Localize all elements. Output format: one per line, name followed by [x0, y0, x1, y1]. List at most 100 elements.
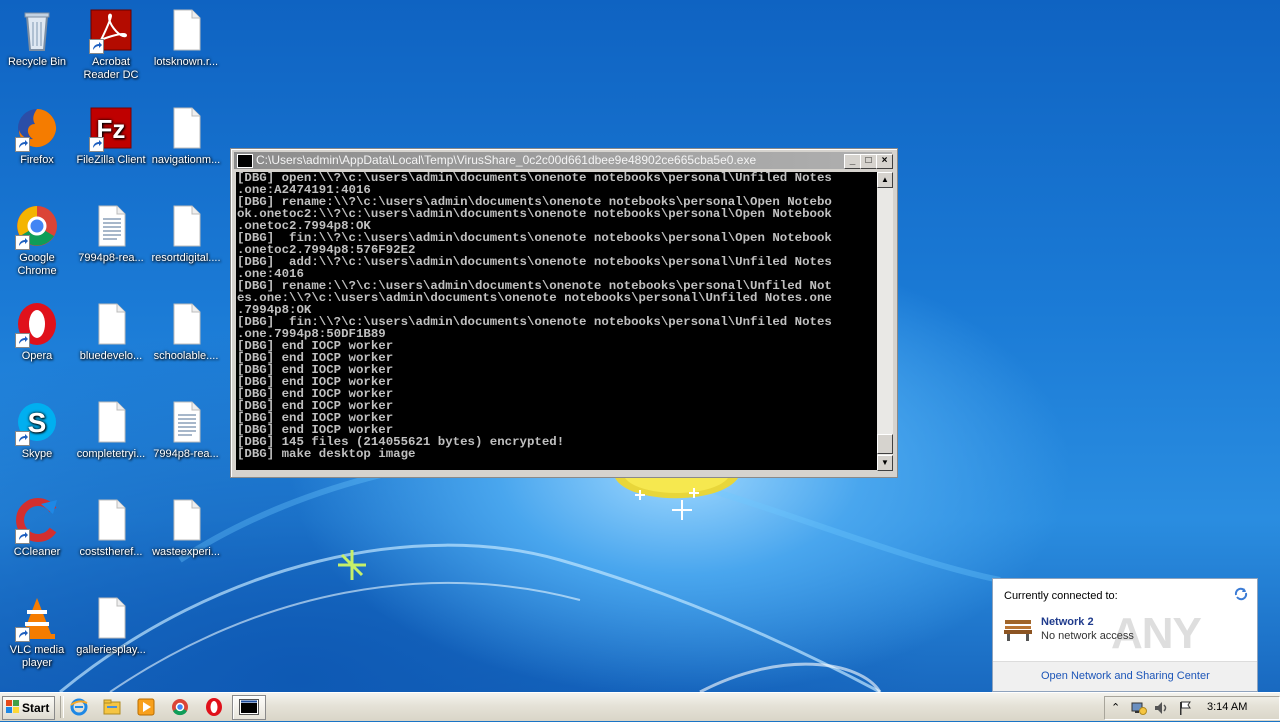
console-line: [DBG] make desktop image	[237, 447, 416, 461]
media-player-icon[interactable]	[136, 697, 156, 717]
network-name: Network 2	[1041, 616, 1094, 628]
document-icon	[162, 496, 210, 544]
document-icon	[87, 594, 135, 642]
document-icon	[162, 202, 210, 250]
ie-icon[interactable]	[69, 697, 89, 717]
desktop-icon-label: Opera	[21, 350, 53, 362]
shortcut-arrow-icon	[89, 39, 104, 54]
desktop-icon[interactable]: resortdigital....	[149, 202, 223, 265]
console-line: [DBG] add:\\?\c:\users\admin\documents\o…	[237, 255, 832, 269]
start-label: Start	[22, 701, 50, 715]
svg-text:S: S	[28, 407, 47, 438]
desktop-icon[interactable]: 7994p8-rea...	[149, 398, 223, 461]
scroll-up-arrow-icon[interactable]: ▲	[877, 172, 893, 188]
desktop-icon[interactable]: lotsknown.r...	[149, 6, 223, 69]
console-scrollbar[interactable]: ▲ ▼	[877, 172, 893, 471]
desktop-icon[interactable]: completetryi...	[74, 398, 148, 461]
desktop-icon[interactable]: CCleaner	[0, 496, 74, 559]
desktop-icon-label: Skype	[21, 448, 53, 460]
document-icon	[87, 496, 135, 544]
console-task-icon	[239, 699, 259, 715]
document-icon	[87, 398, 135, 446]
console-title-bar[interactable]: C:\Users\admin\AppData\Local\Temp\VirusS…	[234, 152, 893, 169]
network-popup-footer: Open Network and Sharing Center	[993, 661, 1257, 691]
scroll-thumb[interactable]	[877, 434, 893, 454]
firefox-icon	[13, 104, 61, 152]
desktop-icon[interactable]: Google Chrome	[0, 202, 74, 278]
desktop-icon-label: Google Chrome	[17, 252, 57, 277]
desktop-icon[interactable]: Acrobat Reader DC	[74, 6, 148, 82]
network-status-popup: Currently connected to: ANY RUN Network …	[992, 578, 1258, 708]
network-tray-icon[interactable]	[1131, 700, 1147, 716]
desktop-icon[interactable]: S Skype	[0, 398, 74, 461]
shortcut-arrow-icon	[15, 431, 30, 446]
chrome-icon	[13, 202, 61, 250]
shortcut-arrow-icon	[15, 529, 30, 544]
desktop-icon[interactable]: coststheref...	[74, 496, 148, 559]
recycle-bin-icon	[13, 6, 61, 54]
refresh-icon[interactable]	[1233, 586, 1249, 602]
text-file-icon	[87, 202, 135, 250]
console-app-icon	[237, 154, 253, 168]
desktop-icon-label: schoolable....	[153, 350, 219, 362]
taskbar-separator	[60, 696, 64, 718]
desktop-icon-label: Recycle Bin	[7, 56, 67, 68]
maximize-button[interactable]: □	[860, 154, 877, 169]
vlc-icon	[13, 594, 61, 642]
scroll-down-arrow-icon[interactable]: ▼	[877, 455, 893, 471]
desktop-icon-label: bluedevelo...	[79, 350, 143, 362]
taskbar-clock[interactable]: 3:14 AM	[1207, 701, 1247, 713]
desktop-icon-label: wasteexperi...	[152, 546, 220, 558]
action-center-flag-icon[interactable]	[1177, 700, 1193, 716]
volume-tray-icon[interactable]	[1153, 700, 1169, 716]
desktop-icon[interactable]: schoolable....	[149, 300, 223, 363]
close-button[interactable]: ×	[876, 154, 893, 169]
console-output[interactable]: [DBG] open:\\?\c:\users\admin\documents\…	[236, 172, 878, 470]
desktop-icon[interactable]: Fz FileZilla Client	[74, 104, 148, 167]
console-window-title: C:\Users\admin\AppData\Local\Temp\VirusS…	[256, 153, 757, 167]
document-icon	[162, 6, 210, 54]
desktop-icon-label: VLC media player	[9, 644, 65, 669]
network-popup-header: Currently connected to:	[1004, 590, 1118, 602]
taskbar-console-task[interactable]	[232, 695, 266, 720]
document-icon	[162, 300, 210, 348]
desktop-icon[interactable]: galleriesplay...	[74, 594, 148, 657]
windows-logo-icon	[6, 700, 19, 713]
desktop-icon-label: Acrobat Reader DC	[83, 56, 139, 81]
show-hidden-icons-chevron-icon[interactable]: ⌃	[1111, 700, 1127, 716]
desktop-icon-label: FileZilla Client	[76, 154, 146, 166]
desktop-icon[interactable]: 7994p8-rea...	[74, 202, 148, 265]
start-button[interactable]: Start	[2, 696, 55, 720]
shortcut-arrow-icon	[15, 333, 30, 348]
document-icon	[87, 300, 135, 348]
desktop-icon-label: Firefox	[20, 154, 54, 166]
open-network-sharing-center-link[interactable]: Open Network and Sharing Center	[1041, 670, 1210, 682]
desktop-icon[interactable]: wasteexperi...	[149, 496, 223, 559]
text-file-icon	[162, 398, 210, 446]
desktop-icon[interactable]: bluedevelo...	[74, 300, 148, 363]
opera-icon[interactable]	[204, 697, 224, 717]
desktop-icon[interactable]: Firefox	[0, 104, 74, 167]
network-status: No network access	[1041, 630, 1134, 642]
console-line: es.one:\\?\c:\users\admin\documents\onen…	[237, 291, 832, 305]
chrome-icon[interactable]	[170, 697, 190, 717]
shortcut-arrow-icon	[15, 627, 30, 642]
desktop-icon[interactable]: Opera	[0, 300, 74, 363]
shortcut-arrow-icon	[15, 137, 30, 152]
desktop-icon-label: resortdigital....	[151, 252, 221, 264]
desktop-icon-label: navigationm...	[151, 154, 221, 166]
minimize-button[interactable]: _	[844, 154, 861, 169]
explorer-icon[interactable]	[102, 697, 122, 717]
desktop-icon-label: 7994p8-rea...	[153, 448, 219, 460]
ccleaner-icon	[13, 496, 61, 544]
console-window[interactable]: C:\Users\admin\AppData\Local\Temp\VirusS…	[230, 148, 898, 478]
desktop-icon[interactable]: Recycle Bin	[0, 6, 74, 69]
opera-icon	[13, 300, 61, 348]
desktop-icon-label: galleriesplay...	[76, 644, 146, 656]
desktop-icon-label: lotsknown.r...	[153, 56, 219, 68]
taskbar: Start ⌃ 3:14 AM	[0, 692, 1280, 721]
desktop-icon[interactable]: VLC media player	[0, 594, 74, 670]
filezilla-icon: Fz	[87, 104, 135, 152]
desktop-icon-label: completetryi...	[76, 448, 146, 460]
desktop-icon[interactable]: navigationm...	[149, 104, 223, 167]
